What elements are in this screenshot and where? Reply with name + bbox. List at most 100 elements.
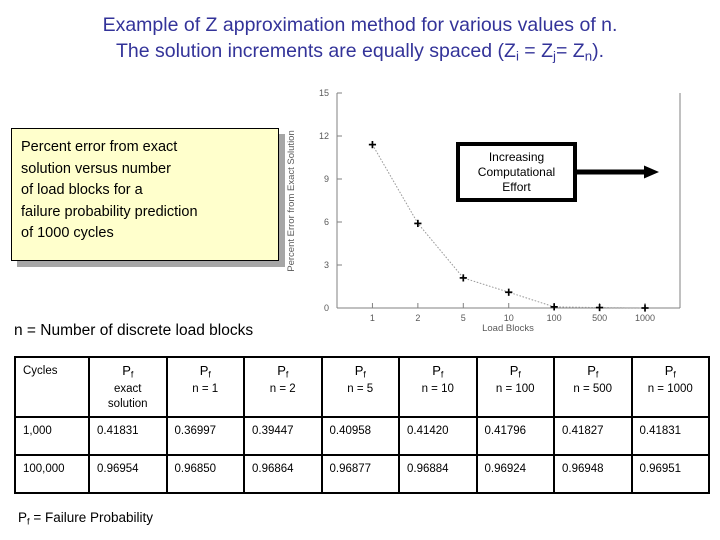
chart-y-tick-label: 0 [324, 303, 329, 313]
pf-subscript: f [130, 369, 134, 380]
pf-symbol: Pf [664, 363, 676, 380]
chart-x-tick-label: 5 [461, 313, 466, 323]
table-header-cell: Pf n = 1000 [630, 356, 710, 418]
title-line-2-b: = Z [518, 40, 554, 62]
chart-x-tick-label: 2 [415, 313, 420, 323]
pf-symbol: Pf [122, 363, 134, 380]
table-cell: 0.41831 [88, 416, 168, 456]
title-line-2-a: The solution increments are equally spac… [115, 40, 516, 62]
column-detail: n = 5 [347, 383, 374, 396]
table-cell: 0.96877 [320, 454, 400, 494]
n-definition-caption: n = Number of discrete load blocks [14, 322, 254, 339]
table-cell: 0.41831 [630, 416, 710, 456]
pf-subscript: f [440, 369, 444, 380]
column-detail: n = 2 [269, 383, 296, 396]
chart-marker-plus [368, 141, 377, 149]
table-cell: 0.96924 [475, 454, 555, 494]
table-header-cell: Pf n = 500 [553, 356, 633, 418]
increasing-effort-callout: Increasing Computational Effort [456, 142, 577, 202]
effort-line-3: Effort [502, 179, 531, 194]
chart-marker-plus [505, 288, 513, 296]
table-header-cell: Pf n = 1 [165, 356, 245, 418]
title-sub-n: n [584, 48, 593, 64]
callout-box: Percent error from exact solution versus… [11, 128, 279, 261]
pf-results-table: Cycles Pf exact solution Pf n = 1 Pf n = 2 Pf n =… [14, 356, 710, 494]
chart-x-tick-labels: 1 2 5 10 100 500 1000 [370, 313, 655, 323]
chart-x-tick-label: 100 [547, 313, 562, 323]
table-row: 100,000 0.96954 0.96850 0.96864 0.96877 0.968… [14, 454, 710, 494]
table-cell: 0.41827 [553, 416, 633, 456]
pf-subscript: f [518, 369, 521, 380]
pf-footnote: Pf = Failure Probability [18, 510, 153, 527]
chart-y-tick-label: 6 [324, 217, 329, 227]
table-header-row: Cycles Pf exact solution Pf n = 1 Pf n = 2 Pf n =… [14, 356, 710, 418]
table-header-cell: Pf n = 100 [475, 356, 555, 418]
footnote-pf: P [18, 510, 28, 525]
table-cell: 0.96884 [398, 454, 478, 494]
title-line-1: Example of Z approximation method for va… [102, 14, 618, 36]
callout-line-2: solution versus number [21, 160, 171, 177]
footnote-text: = Failure Probability [29, 510, 154, 525]
table-header-cell: Cycles [14, 356, 90, 418]
table-header-cell: Pf exact solution [88, 356, 168, 418]
chart-x-tick-label: 1 [370, 313, 375, 323]
effort-line-1: Increasing [488, 149, 545, 164]
table-cell: 0.96850 [165, 454, 245, 494]
pf-symbol: Pf [277, 363, 289, 380]
pf-subscript: f [363, 369, 366, 380]
chart-marker-plus [414, 219, 422, 228]
callout-line-4: failure probability prediction [21, 203, 198, 220]
table-cell: 0.36997 [165, 416, 245, 456]
chart-y-axis-title: Percent Error from Exact Solution [286, 130, 297, 272]
chart-marker-plus [641, 304, 649, 312]
error-vs-load-blocks-chart: 0 3 6 9 12 15 1 2 5 10 100 500 1000 Percent Error f… [280, 86, 688, 334]
chart-x-tick-label: 10 [504, 313, 514, 323]
pf-subscript: f [673, 369, 676, 380]
table-cell: 0.96864 [243, 454, 323, 494]
column-detail: n = 100 [495, 383, 535, 396]
chart-y-tick-label: 15 [319, 88, 329, 98]
pf-symbol: Pf [432, 363, 444, 380]
pf-subscript: f [208, 369, 211, 380]
column-detail: n = 1000 [647, 383, 693, 396]
column-detail: exact [114, 383, 142, 396]
column-detail: n = 500 [573, 383, 613, 396]
pf-symbol: Pf [199, 363, 211, 380]
page-title: Example of Z approximation method for va… [0, 12, 720, 70]
chart-x-axis-title: Load Blocks [482, 323, 534, 334]
pf-symbol: Pf [354, 363, 366, 380]
table-header-cell: Pf n = 5 [320, 356, 400, 418]
table-cell: 0.96954 [88, 454, 168, 494]
chart-y-tick-label: 9 [324, 174, 329, 184]
table-cell: 100,000 [14, 454, 90, 494]
chart-y-tick-label: 12 [319, 131, 329, 141]
callout-line-3: of load blocks for a [21, 182, 143, 198]
table-header-cell: Pf n = 2 [243, 356, 323, 418]
table-body: 1,000 0.41831 0.36997 0.39447 0.40958 0.41420… [14, 416, 710, 494]
table-cell: 0.96948 [553, 454, 633, 494]
callout-line-5: of 1000 cycles [21, 225, 114, 241]
chart-marker-plus [595, 303, 604, 312]
column-detail: n = 10 [421, 383, 454, 396]
table-cell: 0.96951 [630, 454, 710, 494]
title-line-2-c: = Z [555, 40, 585, 62]
pf-symbol: Pf [509, 363, 521, 380]
chart-y-ticks [337, 92, 342, 309]
pf-symbol: Pf [587, 363, 599, 380]
table-cell: 0.41420 [398, 416, 478, 456]
chart-y-tick-label: 3 [324, 260, 329, 270]
pf-subscript: f [595, 369, 599, 380]
effort-line-2: Computational [477, 164, 556, 179]
column-detail-2: solution [107, 398, 148, 411]
title-line-2: The solution increments are equally spac… [0, 38, 720, 70]
table-row: 1,000 0.41831 0.36997 0.39447 0.40958 0.41420… [14, 416, 710, 456]
table-cell: 0.40958 [320, 416, 400, 456]
table-header-cell: Pf n = 10 [398, 356, 478, 418]
table-cell: 1,000 [14, 416, 90, 456]
chart-y-tick-labels: 0 3 6 9 12 15 [319, 88, 329, 313]
chart-x-tick-label: 1000 [635, 313, 655, 323]
callout-line-1: Percent error from exact [21, 139, 178, 155]
table-cell: 0.39447 [243, 416, 323, 456]
chart-marker-plus [550, 303, 558, 311]
pf-subscript: f [285, 369, 289, 380]
